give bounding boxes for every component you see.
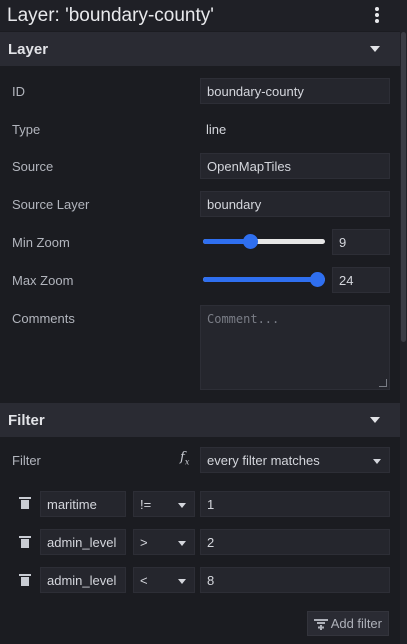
filter-match-value: every filter matches xyxy=(207,452,320,468)
filter-value-field[interactable]: 8 xyxy=(200,567,390,593)
chevron-down-icon xyxy=(373,459,381,464)
add-filter-icon xyxy=(314,619,328,630)
scrollbar[interactable] xyxy=(400,0,407,644)
filter-operator-select[interactable]: != xyxy=(133,491,195,517)
comments-textarea[interactable]: Comment... xyxy=(200,305,390,390)
filter-value-field[interactable]: 1 xyxy=(200,491,390,517)
source-label: Source xyxy=(12,159,54,174)
type-value: line xyxy=(206,121,227,137)
filter-match-select[interactable]: every filter matches xyxy=(200,447,390,473)
menu-dot xyxy=(375,13,379,17)
type-label: Type xyxy=(12,122,41,137)
trash-icon[interactable] xyxy=(19,536,31,548)
chevron-down-icon xyxy=(178,579,186,584)
layer-editor-panel: Layer: 'boundary-county' Layer ID bounda… xyxy=(0,0,407,644)
add-filter-button[interactable]: Add filter xyxy=(307,611,389,636)
page-title: Layer: 'boundary-county' xyxy=(7,4,214,26)
chevron-down-icon xyxy=(178,541,186,546)
chevron-down-icon xyxy=(178,503,186,508)
chevron-down-icon xyxy=(370,46,380,52)
chevron-down-icon xyxy=(370,417,380,423)
trash-icon[interactable] xyxy=(19,574,31,586)
menu-dot xyxy=(375,7,379,11)
id-label: ID xyxy=(12,84,25,99)
more-vertical-icon[interactable] xyxy=(372,5,382,25)
trash-icon[interactable] xyxy=(19,497,31,509)
section-title-filter: Filter xyxy=(8,411,45,429)
max-zoom-input[interactable]: 24 xyxy=(332,267,390,293)
scrollbar-thumb[interactable] xyxy=(401,32,406,342)
section-title-layer: Layer xyxy=(8,40,49,58)
slider-fill xyxy=(203,277,318,282)
filter-operator-value: != xyxy=(140,496,152,512)
filter-key-field[interactable]: maritime xyxy=(40,491,126,517)
filter-operator-select[interactable]: < xyxy=(133,567,195,593)
section-header-layer[interactable]: Layer xyxy=(0,32,400,66)
source-layer-select[interactable]: boundary xyxy=(200,191,390,217)
filter-operator-select[interactable]: > xyxy=(133,529,195,555)
source-select[interactable]: OpenMapTiles xyxy=(200,153,390,179)
max-zoom-slider[interactable] xyxy=(203,272,325,287)
comments-label: Comments xyxy=(12,311,75,326)
min-zoom-label: Min Zoom xyxy=(12,235,70,250)
filter-operator-value: < xyxy=(140,572,148,588)
max-zoom-label: Max Zoom xyxy=(12,273,74,288)
source-layer-label: Source Layer xyxy=(12,197,90,212)
slider-thumb[interactable] xyxy=(243,234,259,249)
filter-key-field[interactable]: admin_level xyxy=(40,529,126,555)
id-field[interactable]: boundary-county xyxy=(200,78,390,104)
filter-operator-value: > xyxy=(140,534,148,550)
add-filter-label: Add filter xyxy=(330,616,382,631)
filter-value-field[interactable]: 2 xyxy=(200,529,390,555)
resize-handle-icon[interactable] xyxy=(379,379,387,387)
title-bar: Layer: 'boundary-county' xyxy=(0,0,400,31)
slider-thumb[interactable] xyxy=(310,272,325,287)
section-header-filter[interactable]: Filter xyxy=(0,403,400,437)
filter-key-field[interactable]: admin_level xyxy=(40,567,126,593)
menu-dot xyxy=(375,19,379,23)
function-icon[interactable]: fx xyxy=(180,450,189,467)
comments-placeholder: Comment... xyxy=(207,312,280,326)
min-zoom-slider[interactable] xyxy=(203,234,325,249)
filter-label: Filter xyxy=(12,453,41,468)
min-zoom-input[interactable]: 9 xyxy=(332,229,390,255)
